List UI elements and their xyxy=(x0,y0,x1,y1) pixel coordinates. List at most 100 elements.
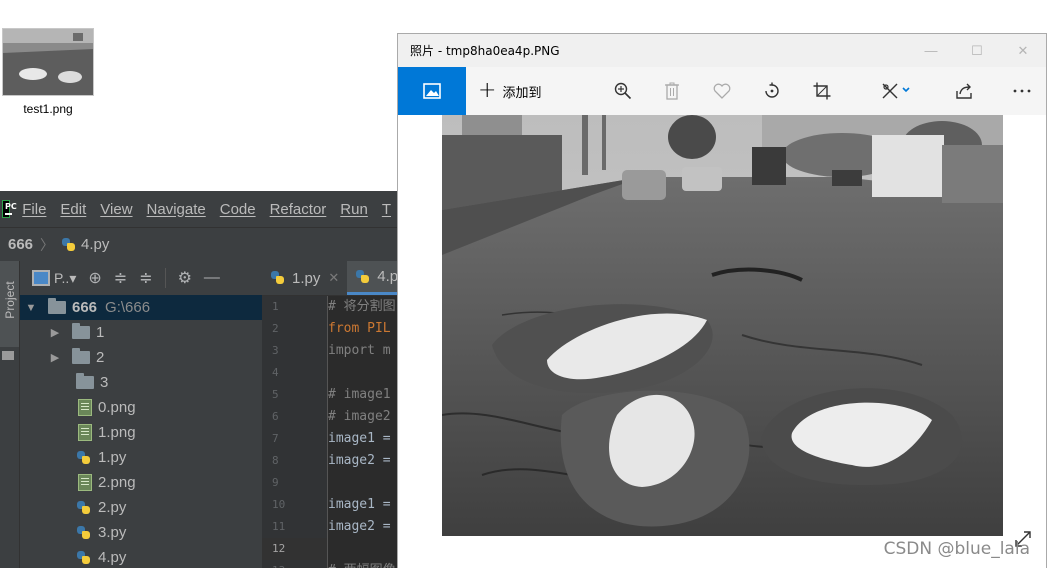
project-view-icon xyxy=(32,270,50,286)
code-line: # 将分割图 xyxy=(328,299,396,314)
tree-item-folder-1[interactable]: ▶ 1 xyxy=(20,320,262,345)
tree-item-label: 4.py xyxy=(98,549,127,566)
road-pothole-photo xyxy=(442,115,1003,536)
tree-item-label: 2.png xyxy=(98,474,136,491)
tree-item-label: 2 xyxy=(96,349,105,366)
tree-item-folder-2[interactable]: ▶ 2 xyxy=(20,345,262,370)
menu-edit[interactable]: Edit xyxy=(60,201,86,218)
delete-icon xyxy=(665,82,679,100)
code-line: image2 = xyxy=(328,519,391,534)
folder-icon xyxy=(76,373,94,389)
edit-icon xyxy=(882,83,910,99)
heart-icon xyxy=(713,83,731,99)
zoom-in-icon xyxy=(614,82,632,100)
code-line: image1 = xyxy=(328,431,391,446)
see-all-photos-button[interactable] xyxy=(398,67,466,115)
crop-button[interactable] xyxy=(802,67,842,115)
code-line: import m xyxy=(328,343,391,358)
photos-toolbar: + 添加到 xyxy=(398,67,1046,115)
tree-item-1-png[interactable]: 1.png xyxy=(20,420,262,445)
favorite-button[interactable] xyxy=(702,67,742,115)
close-icon[interactable]: ✕ xyxy=(1000,34,1046,67)
tab-1-py[interactable]: 1.py ✕ xyxy=(262,261,347,295)
watermark-text: CSDN @blue_lala xyxy=(883,539,1030,559)
breadcrumb-file[interactable]: 4.py xyxy=(81,236,109,253)
tree-item-2-py[interactable]: 2.py xyxy=(20,495,262,520)
tree-item-4-py[interactable]: 4.py xyxy=(20,545,262,568)
image-icon xyxy=(423,83,441,99)
desktop-file-label: test1.png xyxy=(23,102,73,116)
project-view-selector[interactable]: P.. ▾ xyxy=(32,270,76,287)
tree-root[interactable]: ▼ 666 G:\666 xyxy=(20,295,262,320)
line-number: 8 xyxy=(272,454,279,467)
pycharm-logo-icon: PC xyxy=(2,200,17,218)
minimize-icon[interactable]: — xyxy=(908,34,954,67)
breadcrumb-project[interactable]: 666 xyxy=(8,236,33,253)
add-to-label: 添加到 xyxy=(502,85,542,101)
maximize-icon[interactable]: ☐ xyxy=(954,34,1000,67)
menu-file[interactable]: File xyxy=(22,201,46,218)
edit-create-button[interactable] xyxy=(868,67,928,115)
project-view-label: P.. xyxy=(54,270,70,286)
tree-item-label: 1.png xyxy=(98,424,136,441)
line-number: 10 xyxy=(272,498,286,511)
photo-viewer: CSDN @blue_lala xyxy=(398,115,1046,569)
project-tool-tab[interactable]: Project xyxy=(0,261,19,347)
folder-icon xyxy=(2,351,14,360)
python-file-icon xyxy=(355,269,371,285)
tab-4-py[interactable]: 4.p xyxy=(347,261,398,295)
menu-navigate[interactable]: Navigate xyxy=(147,201,206,218)
collapse-all-icon[interactable]: ≑ xyxy=(139,268,152,288)
folder-icon xyxy=(72,348,90,364)
menu-view[interactable]: View xyxy=(100,201,132,218)
tree-item-2-png[interactable]: 2.png xyxy=(20,470,262,495)
menu-code[interactable]: Code xyxy=(220,201,256,218)
line-number: 6 xyxy=(272,410,279,423)
tree-item-1-py[interactable]: 1.py xyxy=(20,445,262,470)
editor-tabs: 1.py ✕ 4.p xyxy=(262,261,398,296)
line-number: 2 xyxy=(272,322,279,335)
tree-root-name: 666 xyxy=(72,299,98,316)
line-number: 3 xyxy=(272,344,279,357)
line-number: 12 xyxy=(262,538,327,560)
tree-item-folder-3[interactable]: 3 xyxy=(20,370,262,395)
navigation-bar: 666 〉 4.py xyxy=(0,227,398,262)
share-icon xyxy=(956,83,972,99)
rotate-button[interactable] xyxy=(752,67,792,115)
chevron-down-icon: ▼ xyxy=(25,301,37,314)
python-file-icon xyxy=(76,500,92,516)
breadcrumb-separator-icon: 〉 xyxy=(40,236,55,253)
tab-label: 4.p xyxy=(377,268,398,285)
menu-refactor[interactable]: Refactor xyxy=(270,201,327,218)
code-area[interactable]: # 将分割图 from PIL import m # image1 # imag… xyxy=(328,296,398,568)
tree-item-label: 0.png xyxy=(98,399,136,416)
add-to-button[interactable]: + 添加到 xyxy=(478,80,541,102)
tab-label: 1.py xyxy=(292,269,321,287)
locate-icon[interactable]: ⊕ xyxy=(88,268,101,288)
image-file-icon xyxy=(78,424,92,441)
zoom-button[interactable] xyxy=(603,67,643,115)
code-line: image2 = xyxy=(328,453,391,468)
python-file-icon xyxy=(76,550,92,566)
desktop-file-icon[interactable]: test1.png xyxy=(0,28,96,116)
menu-tools[interactable]: T xyxy=(382,201,391,218)
tree-item-0-png[interactable]: 0.png xyxy=(20,395,262,420)
close-icon[interactable]: ✕ xyxy=(328,270,339,286)
menu-run[interactable]: Run xyxy=(340,201,368,218)
expand-all-icon[interactable]: ≑ xyxy=(114,268,127,288)
share-button[interactable] xyxy=(944,67,984,115)
line-number: 7 xyxy=(272,432,279,445)
folder-icon xyxy=(72,323,90,339)
line-number-gutter: 1 2 3 4 5 6 7 8 9 10 11 12 13 xyxy=(262,296,328,568)
delete-button[interactable] xyxy=(652,67,692,115)
window-title: 照片 - tmp8ha0ea4p.PNG xyxy=(410,44,560,58)
tree-item-3-py[interactable]: 3.py xyxy=(20,520,262,545)
more-button[interactable] xyxy=(1002,67,1042,115)
menu-bar: PC File Edit View Navigate Code Refactor… xyxy=(0,191,398,227)
hide-icon[interactable]: — xyxy=(204,269,220,287)
file-thumbnail xyxy=(2,28,94,96)
plus-icon: + xyxy=(478,78,497,103)
gear-icon[interactable]: ⚙ xyxy=(178,268,192,288)
